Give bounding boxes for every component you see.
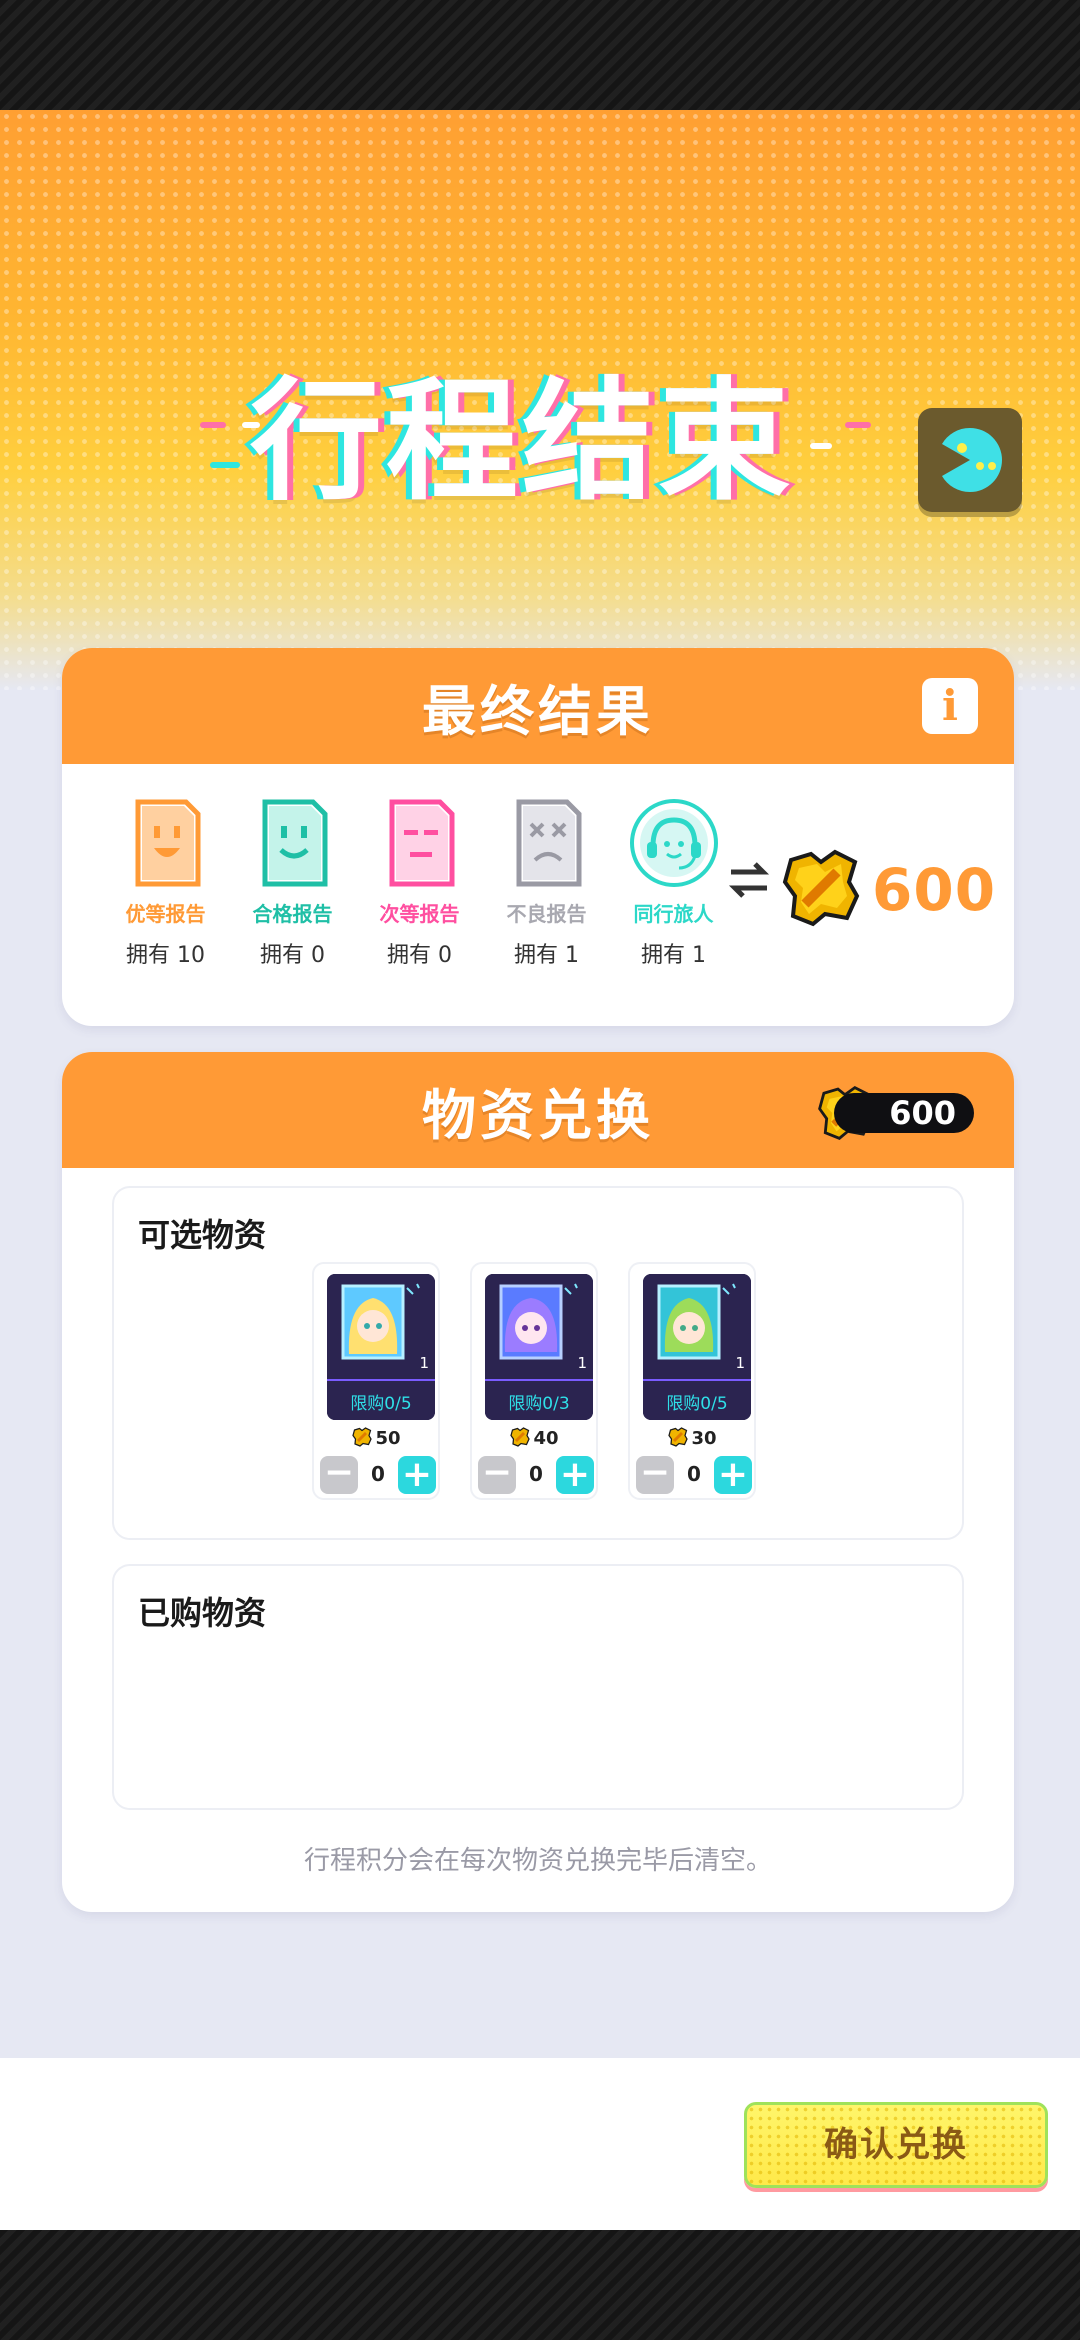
decrease-quantity-button[interactable]: − [636,1455,674,1494]
happy-report-icon [135,799,200,887]
report-excellent: 优等报告 拥有 10 [102,798,229,969]
exchange-arrows-icon [728,862,770,898]
smile-report-icon [262,799,327,887]
increase-quantity-button[interactable]: + [398,1456,436,1494]
item-quantity-tag: 1 [735,1354,745,1372]
purchased-supplies-section: 已购物资 [112,1564,964,1810]
report-label: 优等报告 [125,902,206,926]
report-owned: 拥有 0 [387,943,452,968]
item-price-value: 40 [533,1428,559,1449]
glitch-dash [200,422,226,428]
decrease-quantity-button[interactable]: − [478,1455,516,1494]
report-label: 次等报告 [379,902,460,926]
supply-exchange-card: 物资兑换 600 可选物资 1 限购0/5 50 − 0 + 1 限购0/3 4… [62,1052,1014,1912]
item-price-value: 30 [691,1428,717,1449]
item-price: 50 [314,1426,438,1449]
item-price: 40 [472,1426,596,1449]
meh-report-icon [389,799,454,887]
quantity-stepper: − 0 + [320,1455,436,1496]
info-icon[interactable]: i [922,678,978,734]
glitch-dash [845,422,871,428]
supply-item[interactable]: 1 限购0/3 40 − 0 + [470,1262,598,1500]
item-thumbnail: 1 限购0/5 [643,1274,751,1420]
final-result-card: 最终结果 i 优等报告 拥有 10 合格报告 拥有 0 次等报告 拥有 0 不良… [62,648,1014,1026]
item-quantity-value: 0 [687,1462,701,1486]
pacman-icon [942,427,1002,493]
quantity-stepper: − 0 + [478,1455,594,1496]
report-list: 优等报告 拥有 10 合格报告 拥有 0 次等报告 拥有 0 不良报告 拥有 1… [102,798,737,969]
menu-button[interactable] [918,408,1022,512]
supply-item-list: 1 限购0/5 50 − 0 + 1 限购0/3 40 − 0 + 1 限购0/… [312,1262,756,1500]
bottom-action-bar: 确认兑换 [0,2058,1080,2230]
glitch-dash [810,443,832,449]
quantity-stepper: − 0 + [636,1455,752,1496]
item-thumbnail: 1 限购0/5 [327,1274,435,1420]
travel-points-icon [352,1427,373,1447]
item-quantity-tag: 1 [577,1354,587,1372]
supply-item[interactable]: 1 限购0/5 50 − 0 + [312,1262,440,1500]
report-label: 同行旅人 [633,902,714,926]
status-bar [0,0,1080,110]
report-owned: 拥有 1 [641,943,706,968]
points-balance: 600 [834,1093,974,1133]
travel-points-icon [782,849,860,927]
item-quantity-value: 0 [529,1462,543,1486]
purchased-supplies-title: 已购物资 [138,1594,267,1632]
travel-points-icon [510,1427,531,1447]
item-quantity-tag: 1 [419,1354,429,1372]
total-points: 600 [872,856,997,924]
increase-quantity-button[interactable]: + [556,1456,594,1494]
report-companion: 同行旅人 拥有 1 [610,798,737,969]
supply-exchange-title: 物资兑换 [422,1083,654,1147]
item-purchase-limit: 限购0/5 [666,1394,728,1414]
headset-companion-icon [629,799,718,887]
item-thumbnail: 1 限购0/3 [485,1274,593,1420]
supply-item[interactable]: 1 限购0/5 30 − 0 + [628,1262,756,1500]
navigation-bar [0,2230,1080,2340]
report-owned: 拥有 1 [514,943,579,968]
title-area: 行程结束 [190,215,880,519]
item-purchase-limit: 限购0/5 [350,1394,412,1414]
travel-points-icon [668,1427,689,1447]
report-inferior: 次等报告 拥有 0 [356,798,483,969]
item-purchase-limit: 限购0/3 [508,1394,570,1414]
report-label: 合格报告 [252,902,333,926]
available-supplies-title: 可选物资 [138,1216,267,1254]
decrease-quantity-button[interactable]: − [320,1455,358,1494]
report-owned: 拥有 0 [260,943,325,968]
item-price-value: 50 [375,1428,401,1449]
report-owned: 拥有 10 [126,943,205,968]
confirm-exchange-button[interactable]: 确认兑换 [744,2102,1048,2188]
report-bad: 不良报告 拥有 1 [483,798,610,969]
report-qualified: 合格报告 拥有 0 [229,798,356,969]
supply-exchange-header: 物资兑换 600 [62,1052,1014,1168]
final-result-header: 最终结果 i [62,648,1014,764]
report-label: 不良报告 [506,902,587,926]
available-supplies-section: 可选物资 1 限购0/5 50 − 0 + 1 限购0/3 40 − 0 + 1… [112,1186,964,1540]
glitch-dash [210,462,240,468]
item-price: 30 [630,1426,754,1449]
item-quantity-value: 0 [371,1462,385,1486]
final-result-title: 最终结果 [422,679,654,743]
bad-report-icon [516,799,581,887]
exchange-note: 行程积分会在每次物资兑换完毕后清空。 [303,1846,772,1876]
page-title: 行程结束 [250,365,794,519]
increase-quantity-button[interactable]: + [714,1456,752,1494]
